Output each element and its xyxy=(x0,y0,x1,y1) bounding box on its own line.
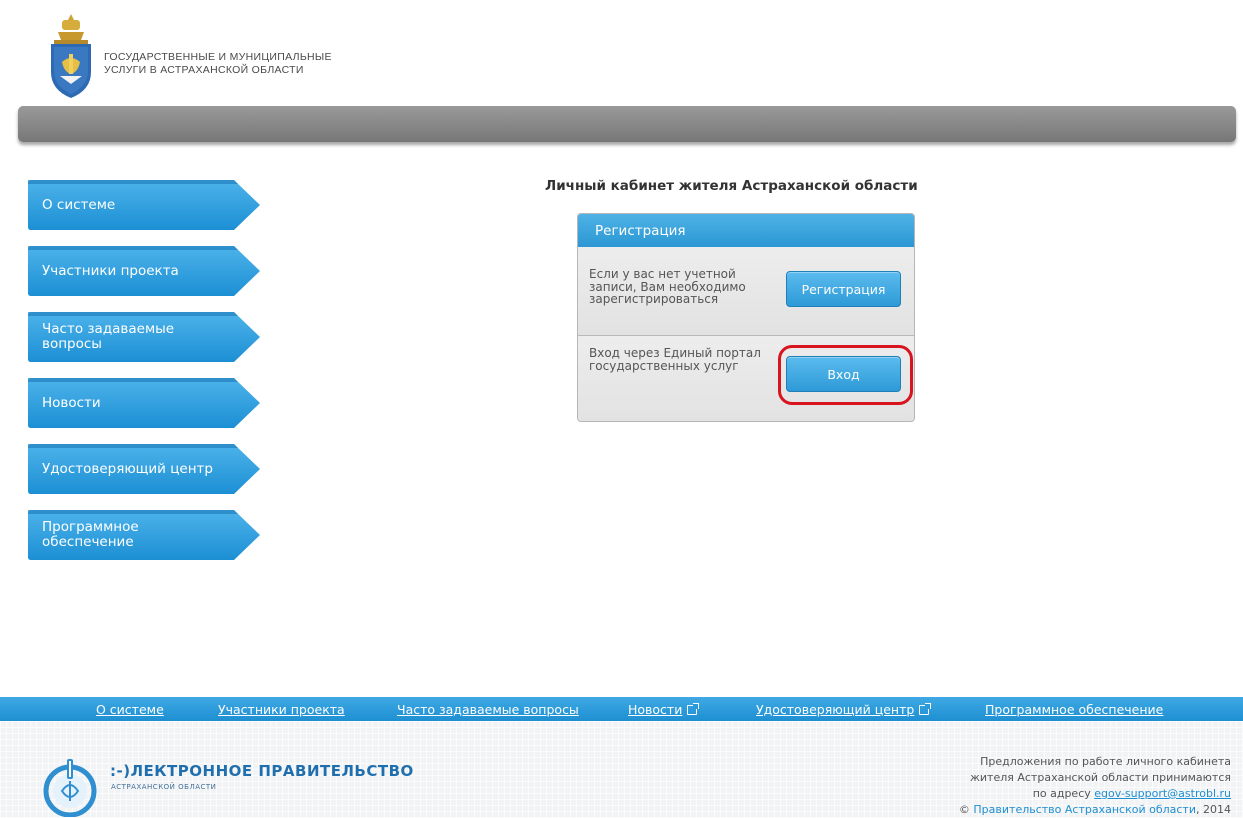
egov-title: :-)ЛЕКТРОННОЕ ПРАВИТЕЛЬСТВО xyxy=(110,762,414,780)
footer: :-)ЛЕКТРОННОЕ ПРАВИТЕЛЬСТВО АСТРАХАНСКОЙ… xyxy=(0,721,1243,818)
sidebar-item-label: Программное обеспечение xyxy=(42,519,139,550)
site-header: Государственные и муниципальные услуги в… xyxy=(0,0,1243,100)
copyright-year: , 2014 xyxy=(1196,803,1231,816)
footer-link-about[interactable]: О системе xyxy=(96,702,164,717)
external-link-icon xyxy=(687,703,700,715)
page-title: Личный кабинет жителя Астраханской облас… xyxy=(545,178,918,194)
footer-info-prefix: по адресу xyxy=(1032,787,1091,800)
sidebar-item-certification-center[interactable]: Удостоверяющий центр xyxy=(28,444,260,494)
sidebar-menu: О системе Участники проекта Часто задава… xyxy=(28,180,260,576)
registration-text: Если у вас нет учетной записи, Вам необх… xyxy=(589,267,746,306)
org-title-line-1: Государственные и муниципальные xyxy=(104,51,332,63)
egov-subtitle: АСТРАХАНСКОЙ ОБЛАСТИ xyxy=(111,783,217,791)
sidebar-item-label: Новости xyxy=(42,394,101,411)
org-title-line-2: услуги в Астраханской области xyxy=(104,64,304,76)
egov-logo-icon xyxy=(43,759,97,817)
sidebar-item-software[interactable]: Программное обеспечение xyxy=(28,510,260,560)
org-title: Государственные и муниципальные услуги в… xyxy=(104,51,332,77)
sidebar-item-about[interactable]: О системе xyxy=(28,180,260,230)
sidebar-item-label: О системе xyxy=(42,196,116,213)
sidebar-item-label: Участники проекта xyxy=(42,262,179,279)
sidebar-item-faq[interactable]: Часто задаваемые вопросы xyxy=(28,312,260,362)
sidebar-item-news[interactable]: Новости xyxy=(28,378,260,428)
login-text: Вход через Единый портал государственных… xyxy=(589,346,761,373)
footer-link-label: Удостоверяющий центр xyxy=(756,702,915,717)
footer-link-participants[interactable]: Участники проекта xyxy=(218,702,345,717)
login-highlight-outline xyxy=(778,345,913,405)
footer-contact-line: по адресу egov-support@astrobl.ru xyxy=(911,786,1231,802)
footer-info-line-2: жителя Астраханской области принимаются xyxy=(969,771,1231,784)
registration-button[interactable]: Регистрация xyxy=(786,271,901,307)
support-email-link[interactable]: egov-support@astrobl.ru xyxy=(1094,787,1231,800)
footer-link-software[interactable]: Программное обеспечение xyxy=(985,702,1163,717)
copyright-symbol: © xyxy=(958,803,970,816)
footer-nav: О системе Участники проекта Часто задава… xyxy=(0,697,1243,721)
footer-link-label: Новости xyxy=(628,702,683,717)
external-link-icon xyxy=(919,703,932,715)
sidebar-item-label: Удостоверяющий центр xyxy=(42,460,213,477)
sidebar-item-label: Часто задаваемые вопросы xyxy=(42,321,175,352)
footer-link-faq[interactable]: Часто задаваемые вопросы xyxy=(397,702,579,717)
footer-link-label: Программное обеспечение xyxy=(985,702,1164,717)
footer-link-label: Участники проекта xyxy=(218,702,345,717)
header-bar xyxy=(18,106,1236,142)
copyright-link[interactable]: Правительство Астраханской области xyxy=(973,803,1196,816)
coat-of-arms-icon xyxy=(51,14,91,98)
footer-link-news[interactable]: Новости xyxy=(628,702,700,717)
panel-header: Регистрация xyxy=(578,214,914,247)
footer-info-line-1: Предложения по работе личного кабинета xyxy=(980,755,1231,768)
copyright-line: © Правительство Астраханской области, 20… xyxy=(911,802,1231,818)
footer-link-label: О системе xyxy=(96,702,164,717)
sidebar-item-participants[interactable]: Участники проекта xyxy=(28,246,260,296)
footer-link-label: Часто задаваемые вопросы xyxy=(397,702,579,717)
footer-link-certification-center[interactable]: Удостоверяющий центр xyxy=(756,702,932,717)
footer-info: Предложения по работе личного кабинета ж… xyxy=(911,754,1231,818)
